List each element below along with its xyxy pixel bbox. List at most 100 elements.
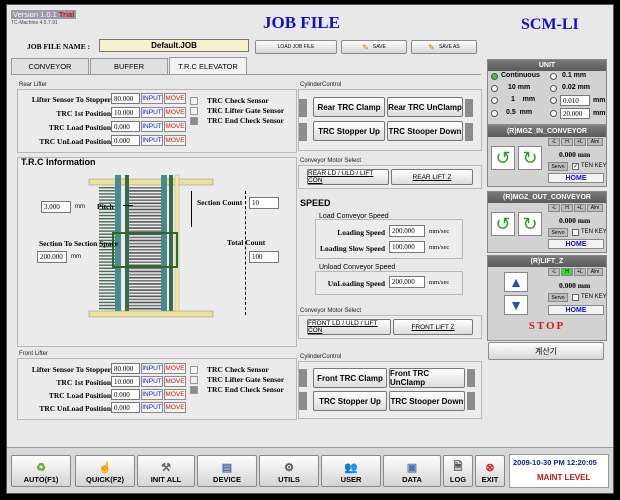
rear-move-button-1[interactable]: MOVE: [164, 107, 186, 118]
exit-button[interactable]: ⊗ EXIT: [475, 455, 505, 487]
total-count-input[interactable]: 100: [249, 251, 279, 263]
tab-conveyor[interactable]: CONVEYOR: [11, 58, 89, 74]
init-all-button[interactable]: ⚒ INIT ALL: [137, 455, 195, 487]
pitch-input[interactable]: 3.000: [41, 201, 71, 213]
utils-button[interactable]: ⚙ UTILS: [259, 455, 319, 487]
device-button[interactable]: ▤ DEVICE: [197, 455, 257, 487]
rear-input-button-2[interactable]: INPUT: [141, 121, 163, 132]
jog-ccw-icon[interactable]: ↺: [491, 146, 515, 170]
front-move-button-0[interactable]: MOVE: [164, 363, 186, 374]
rear-lifter-input-2[interactable]: 0.000: [111, 121, 140, 132]
unit-custom1-input[interactable]: 0.010: [560, 95, 590, 106]
rear-input-button-3[interactable]: INPUT: [141, 135, 163, 146]
indicator-block: [299, 392, 307, 410]
pitch-leader-line: [123, 205, 133, 206]
front-input-button-3[interactable]: INPUT: [141, 402, 163, 413]
version-label: Version 1.0.1 Trial: [11, 10, 77, 19]
tenkey-checkbox-mgz-in[interactable]: ✓: [572, 163, 579, 170]
jog-down-icon[interactable]: ▼: [504, 295, 528, 315]
unit-radio-1[interactable]: [491, 97, 498, 104]
rear-trc-stopper-up-button[interactable]: TRC Stopper Up: [313, 121, 385, 141]
auto-button[interactable]: ♻ AUTO(F1): [11, 455, 71, 487]
speed-title: SPEED: [300, 198, 331, 208]
servo-button-lift-z[interactable]: Servo: [548, 293, 568, 302]
unloading-speed-unit: mm/sec: [429, 279, 450, 286]
tenkey-label-mgz-out: TEN KEY: [581, 229, 607, 235]
rear-lifter-input-3[interactable]: 0.000: [111, 135, 140, 146]
tenkey-checkbox-mgz-out[interactable]: [572, 229, 579, 236]
jog-ccw-icon[interactable]: ↺: [491, 212, 515, 236]
log-button[interactable]: 🗎 LOG: [443, 455, 473, 487]
front-lifter-input-0[interactable]: 80.000: [111, 363, 140, 374]
servo-button-mgz-in[interactable]: Servo: [548, 162, 568, 171]
loading-speed-input[interactable]: 200.000: [389, 225, 425, 237]
front-lifter-input-2[interactable]: 0.000: [111, 389, 140, 400]
home-button-mgz-in[interactable]: HOME: [548, 173, 604, 183]
sts-input[interactable]: 200.000: [37, 251, 67, 263]
front-trc-unclamp-button[interactable]: Front TRC UnClamp: [389, 368, 465, 388]
front-lifter-input-1[interactable]: 10.000: [111, 376, 140, 387]
jog-cw-icon[interactable]: ↻: [518, 212, 542, 236]
rear-lifter-input-1[interactable]: 10.000: [111, 107, 140, 118]
pitch-label: Pitch: [97, 202, 114, 211]
tab-trc-elevator[interactable]: T.R.C ELEVATOR: [169, 57, 247, 74]
rear-trc-stopper-down-button[interactable]: TRC Stooper Down: [387, 121, 463, 141]
tools-icon: ⚒: [161, 461, 171, 474]
unloading-speed-input[interactable]: 200.000: [389, 276, 425, 288]
calculator-button[interactable]: 계산기: [488, 342, 604, 360]
unit-custom2-input[interactable]: 20.000: [560, 108, 590, 119]
unit-radio-continuous[interactable]: [491, 73, 498, 80]
unit-custom1-mm: mm: [593, 97, 606, 104]
save-button[interactable]: ✎ SAVE: [341, 40, 407, 54]
unit-radio-002[interactable]: [550, 85, 557, 92]
rear-input-button-1[interactable]: INPUT: [141, 107, 163, 118]
rear-trc-clamp-button[interactable]: Rear TRC Clamp: [313, 97, 385, 117]
home-button-mgz-out[interactable]: HOME: [548, 239, 604, 249]
trc-info-title: T.R.C Information: [21, 157, 96, 167]
section-count-input[interactable]: 10: [249, 197, 279, 209]
rear-input-button-0[interactable]: INPUT: [141, 93, 163, 104]
front-trc-stopper-down-button[interactable]: TRC Stooper Down: [389, 391, 465, 411]
jog-up-icon[interactable]: ▲: [504, 272, 528, 292]
tenkey-checkbox-lift-z[interactable]: [572, 294, 579, 301]
front-trc-stopper-up-button[interactable]: TRC Stopper Up: [313, 391, 387, 411]
home-button-lift-z[interactable]: HOME: [548, 305, 604, 315]
rear-ld-uld-lift-con-button[interactable]: REAR LD / ULD / LIFT CON: [307, 169, 389, 185]
loading-slow-speed-input[interactable]: 100.000: [389, 241, 425, 253]
load-job-file-button[interactable]: LOAD JOB FILE: [255, 40, 337, 54]
unit-radio-custom1[interactable]: [550, 97, 557, 104]
front-move-button-3[interactable]: MOVE: [164, 402, 186, 413]
servo-button-mgz-out[interactable]: Servo: [548, 228, 568, 237]
rear-trc-unclamp-button[interactable]: Rear TRC UnClamp: [387, 97, 463, 117]
tab-buffer[interactable]: BUFFER: [90, 58, 168, 74]
front-move-button-2[interactable]: MOVE: [164, 389, 186, 400]
front-input-button-1[interactable]: INPUT: [141, 376, 163, 387]
loading-slow-speed-unit: mm/sec: [429, 244, 450, 251]
stop-button[interactable]: STOP: [487, 320, 607, 332]
rear-lift-z-button[interactable]: REAR LIFT Z: [391, 169, 473, 185]
rear-move-button-3[interactable]: MOVE: [164, 135, 186, 146]
rear-sensor-lamp-2: [190, 117, 198, 125]
front-trc-clamp-button[interactable]: Front TRC Clamp: [313, 368, 387, 388]
rear-move-button-0[interactable]: MOVE: [164, 93, 186, 104]
front-lift-z-button[interactable]: FRONT LIFT Z: [393, 319, 473, 335]
unit-radio-01[interactable]: [550, 73, 557, 80]
quick-button[interactable]: ☝ QUICK(F2): [75, 455, 135, 487]
gears-icon: ⚙: [284, 461, 294, 474]
front-input-button-0[interactable]: INPUT: [141, 363, 163, 374]
front-move-button-1[interactable]: MOVE: [164, 376, 186, 387]
axis-title-mgz-in: (R)MGZ_IN_CONVEYOR: [488, 126, 606, 137]
rear-lifter-input-0[interactable]: 80.000: [111, 93, 140, 104]
jog-cw-icon[interactable]: ↻: [518, 146, 542, 170]
data-button[interactable]: ▣ DATA: [383, 455, 441, 487]
save-as-button[interactable]: ✎ SAVE AS: [411, 40, 477, 54]
unit-radio-05[interactable]: [491, 110, 498, 117]
front-input-button-2[interactable]: INPUT: [141, 389, 163, 400]
unit-radio-custom2[interactable]: [550, 110, 557, 117]
unit-radio-10[interactable]: [491, 85, 498, 92]
rear-sensor-lamp-0: [190, 97, 198, 105]
rear-move-button-2[interactable]: MOVE: [164, 121, 186, 132]
user-button[interactable]: 👥 USER: [321, 455, 381, 487]
front-ld-uld-lift-con-button[interactable]: FRONT LD / ULD / LIFT CON: [307, 319, 391, 335]
front-lifter-input-3[interactable]: 0.000: [111, 402, 140, 413]
